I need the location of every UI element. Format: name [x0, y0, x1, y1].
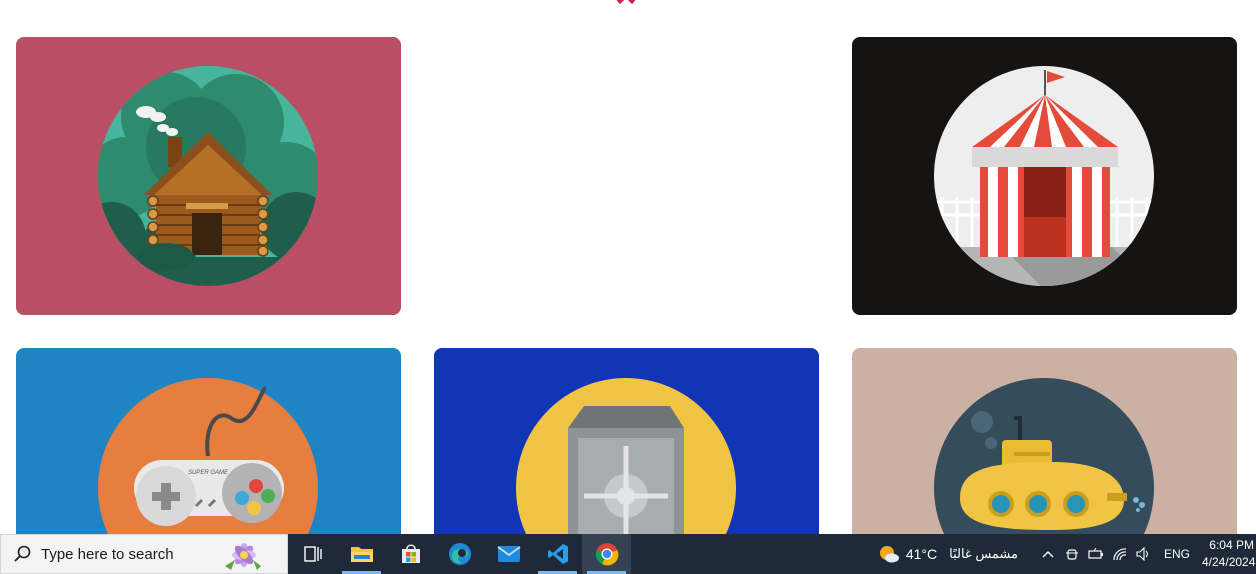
controller-brand-label: SUPER GAME — [188, 470, 229, 476]
partly-sunny-icon — [879, 546, 899, 563]
card-log-cabin[interactable] — [16, 37, 401, 315]
submarine-icon — [934, 378, 1154, 548]
mail-button[interactable] — [484, 534, 533, 574]
search-placeholder: Type here to search — [41, 545, 174, 563]
show-hidden-icons-button[interactable] — [1036, 550, 1060, 558]
vscode-icon — [547, 544, 568, 564]
task-view-icon — [303, 546, 322, 562]
card-game-controller[interactable]: SUPER GAME — [16, 348, 401, 548]
store-icon — [401, 544, 420, 563]
system-tray: 41°C مشمس غالبًا ENG 6:04 PM 4/24/2024 — [878, 534, 1256, 574]
taskbar-search-box[interactable]: Type here to search — [0, 534, 288, 574]
file-explorer-button[interactable] — [337, 534, 386, 574]
page: SUPER GAME Type here to search 41°C مشمس… — [0, 0, 1256, 574]
task-view-button[interactable] — [288, 534, 337, 574]
circus-tent-icon — [934, 66, 1154, 286]
weather-widget[interactable]: 41°C مشمس غالبًا — [878, 544, 1018, 564]
chrome-icon — [595, 543, 618, 566]
search-icon — [14, 545, 31, 562]
volume-button[interactable] — [1132, 547, 1156, 561]
clock[interactable]: 6:04 PM 4/24/2024 — [1202, 537, 1256, 571]
folder-icon — [350, 547, 373, 562]
wifi-icon — [1113, 548, 1127, 561]
card-submarine[interactable] — [852, 348, 1237, 548]
clock-time: 6:04 PM — [1209, 538, 1254, 552]
game-controller-icon: SUPER GAME — [98, 378, 318, 548]
input-language[interactable]: ENG — [1164, 547, 1190, 561]
vscode-button[interactable] — [533, 534, 582, 574]
card-circus-tent[interactable] — [852, 37, 1237, 315]
meet-now-button[interactable] — [1060, 547, 1084, 561]
edge-button[interactable] — [435, 534, 484, 574]
chrome-button[interactable] — [582, 534, 631, 574]
microsoft-store-button[interactable] — [386, 534, 435, 574]
battery-button[interactable] — [1084, 548, 1108, 560]
weather-temperature: 41°C — [905, 546, 938, 562]
weather-condition: مشمس غالبًا — [949, 546, 1018, 561]
search-highlight-flower-icon — [225, 543, 261, 570]
network-button[interactable] — [1108, 547, 1132, 561]
chevron-up-icon — [1042, 551, 1054, 558]
camera-icon — [1065, 549, 1078, 560]
speaker-icon — [1136, 547, 1148, 561]
log-cabin-icon — [98, 66, 318, 286]
top-logo-fragment — [616, 0, 636, 4]
edge-icon — [448, 543, 471, 565]
clock-date: 4/24/2024 — [1202, 555, 1256, 569]
taskbar: Type here to search 41°C مشمس غالبًا ENG… — [0, 534, 1256, 574]
safe-icon — [516, 378, 736, 548]
card-safe[interactable] — [434, 348, 819, 548]
mail-icon — [496, 546, 521, 562]
battery-icon — [1088, 548, 1103, 559]
